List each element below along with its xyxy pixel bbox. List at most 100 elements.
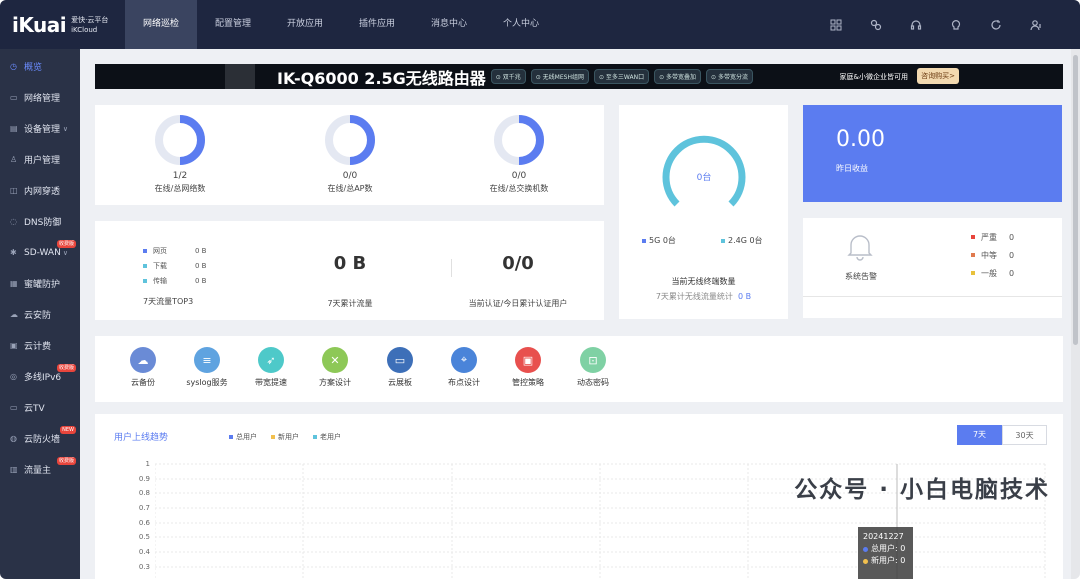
clock-icon: ◷ bbox=[10, 62, 17, 71]
ap-stat: 0/0 在线/总AP数 bbox=[290, 114, 410, 194]
user-list-icon[interactable] bbox=[1016, 0, 1056, 49]
income-card: 0.00 昨日收益 bbox=[803, 105, 1062, 202]
alarm-level: 一般 0 bbox=[971, 264, 1014, 282]
sidebar-item-label: 网络管理 bbox=[24, 94, 61, 104]
network-stat: 1/2 在线/总网络数 bbox=[120, 114, 240, 194]
app-placement[interactable]: ⌖ 布点设计 bbox=[432, 347, 496, 388]
app-label: 动态密码 bbox=[577, 378, 609, 387]
policy-icon: ▣ bbox=[515, 347, 541, 373]
alarm-level-value: 0 bbox=[1009, 232, 1015, 242]
app-dynamic-password[interactable]: ⊡ 动态密码 bbox=[561, 347, 625, 388]
brand-sub-cn: 爱快·云平台 bbox=[71, 15, 109, 24]
app-cloud-backup[interactable]: ☁ 云备份 bbox=[111, 347, 175, 388]
app-syslog[interactable]: ≡ syslog服务 bbox=[175, 347, 239, 388]
sidebar-item-label: DNS防御 bbox=[24, 218, 62, 228]
nav-plugins[interactable]: 插件应用 bbox=[341, 0, 413, 49]
traffic-top3-label: 7天流量TOP3 bbox=[143, 297, 194, 306]
sidebar-item-label: 云计费 bbox=[24, 342, 52, 352]
app-board[interactable]: ▭ 云展板 bbox=[368, 347, 432, 388]
shield-icon: ◌ bbox=[10, 217, 17, 226]
tv-icon: ▭ bbox=[10, 403, 18, 412]
y-tick-label: 0.5 bbox=[138, 533, 150, 541]
sidebar-item-firewall[interactable]: ◍ 云防火墙 NEW bbox=[0, 423, 80, 454]
sidebar-item-tv[interactable]: ▭ 云TV bbox=[0, 392, 80, 423]
paid-badge: 收费版 bbox=[56, 457, 76, 465]
app-policy[interactable]: ▣ 管控策略 bbox=[496, 347, 560, 388]
sidebar-item-sdwan[interactable]: ✱ SD-WAN ∨ 收费版 bbox=[0, 237, 80, 268]
network-stat-label: 在线/总网络数 bbox=[154, 184, 206, 193]
wireless-sub-value: 0 B bbox=[738, 292, 752, 301]
legend-name: 老用户 bbox=[320, 432, 341, 441]
sidebar-item-label: 云安防 bbox=[24, 311, 52, 321]
scrollbar-thumb[interactable] bbox=[1073, 55, 1078, 345]
sidebar-item-dns[interactable]: ◌ DNS防御 bbox=[0, 206, 80, 237]
network-stat-value: 1/2 bbox=[172, 171, 188, 181]
link-icon[interactable] bbox=[856, 0, 896, 49]
paid-badge: 收费版 bbox=[56, 240, 76, 248]
sidebar-item-overview[interactable]: ◷ 概览 bbox=[0, 51, 80, 82]
trend-title: 用户上线趋势 bbox=[114, 433, 169, 443]
legend-value: 0 B bbox=[195, 276, 207, 285]
bulb-icon[interactable] bbox=[936, 0, 976, 49]
new-badge: NEW bbox=[60, 426, 76, 434]
app-bandwidth[interactable]: ➶ 带宽提速 bbox=[239, 347, 303, 388]
app-label: 带宽提速 bbox=[255, 378, 287, 387]
banner-right-text: 家庭&小微企业皆可用 bbox=[839, 72, 908, 81]
traffic-total-label: 7天累计流量 bbox=[327, 299, 373, 308]
app-label: syslog服务 bbox=[186, 378, 228, 387]
sidebar-item-devices[interactable]: ▤ 设备管理 ∨ bbox=[0, 113, 80, 144]
traffic-icon: ▥ bbox=[10, 465, 18, 474]
promo-banner[interactable]: IK-Q6000 2.5G无线路由器 ⊙ 双千兆 ⊙ 无线MESH组网 ⊙ 至多… bbox=[95, 64, 1063, 89]
switch-stat-label: 在线/总交换机数 bbox=[489, 184, 549, 193]
cloud-backup-icon: ☁ bbox=[130, 347, 156, 373]
refresh-icon[interactable] bbox=[976, 0, 1016, 49]
nav-network-inspection[interactable]: 网络巡检 bbox=[125, 0, 197, 49]
nav-config[interactable]: 配置管理 bbox=[197, 0, 269, 49]
tab-7-days[interactable]: 7天 bbox=[957, 425, 1002, 445]
sidebar-item-ipv6[interactable]: ◎ 多线IPv6 收费版 bbox=[0, 361, 80, 392]
network-ring bbox=[155, 115, 205, 165]
wireless-card: 0台 5G 0台 2.4G 0台 当前无线终端数量 7天累计无线流量统计 0 B bbox=[619, 105, 788, 319]
main-nav: 网络巡检 配置管理 开放应用 插件应用 消息中心 个人中心 bbox=[125, 0, 557, 49]
headset-icon[interactable] bbox=[896, 0, 936, 49]
switch-stat: 0/0 在线/总交换机数 bbox=[459, 114, 579, 194]
sidebar: ◷ 概览 ▭ 网络管理 ▤ 设备管理 ∨ ♙ 用户管理 ◫ 内网穿透 ◌ DNS防御 ✱ SD-… bbox=[0, 49, 80, 579]
wireless-sub-label: 7天累计无线流量统计 bbox=[655, 292, 733, 301]
grid-icon[interactable] bbox=[816, 0, 856, 49]
ap-ring bbox=[325, 115, 375, 165]
device-icon: ▤ bbox=[10, 124, 18, 133]
sidebar-item-label: 流量主 bbox=[24, 466, 52, 476]
nav-open-apps[interactable]: 开放应用 bbox=[269, 0, 341, 49]
banner-feature: ⊙ 无线MESH组网 bbox=[530, 69, 589, 84]
buy-button[interactable]: 咨询购买> bbox=[917, 68, 959, 84]
honeypot-icon: ▦ bbox=[10, 279, 18, 288]
banner-title: IK-Q6000 2.5G无线路由器 bbox=[277, 68, 486, 88]
alarm-level: 严重 0 bbox=[971, 228, 1014, 246]
legend-dot bbox=[143, 263, 147, 268]
legend-dot bbox=[271, 434, 275, 439]
traffic-card: 网页 0 B 下载 0 B 传输 0 B 7天流量TOP3 0 B 7天累计流量 0/… bbox=[95, 221, 604, 320]
sidebar-item-billing[interactable]: ▣ 云计费 bbox=[0, 330, 80, 361]
top-navigation-bar: iKuai 爱快·云平台 iKCloud 网络巡检 配置管理 开放应用 插件应用… bbox=[0, 0, 1080, 49]
sidebar-item-network[interactable]: ▭ 网络管理 bbox=[0, 82, 80, 113]
app-design[interactable]: ✕ 方案设计 bbox=[303, 347, 367, 388]
wireless-ring-value: 0台 bbox=[696, 173, 712, 183]
sidebar-item-traffic[interactable]: ▥ 流量主 收费版 bbox=[0, 454, 80, 485]
tab-30-days[interactable]: 30天 bbox=[1002, 425, 1047, 445]
sidebar-item-tunnel[interactable]: ◫ 内网穿透 bbox=[0, 175, 80, 206]
app-label: 管控策略 bbox=[512, 378, 544, 387]
sidebar-item-cloud-security[interactable]: ☁ 云安防 bbox=[0, 299, 80, 330]
scrollbar[interactable] bbox=[1071, 49, 1080, 579]
alarm-level-name: 中等 bbox=[981, 250, 997, 260]
brand-name: iKuai bbox=[12, 12, 67, 37]
legend-item: 老用户 bbox=[313, 429, 341, 444]
auth-label: 当前认证/今日累计认证用户 bbox=[468, 299, 568, 308]
legend-dot bbox=[313, 434, 317, 439]
sidebar-item-honeypot[interactable]: ▦ 蜜罐防护 bbox=[0, 268, 80, 299]
bell-icon bbox=[847, 235, 873, 261]
legend-dot bbox=[143, 248, 147, 253]
sidebar-item-users[interactable]: ♙ 用户管理 bbox=[0, 144, 80, 175]
nav-messages[interactable]: 消息中心 bbox=[413, 0, 485, 49]
nav-personal[interactable]: 个人中心 bbox=[485, 0, 557, 49]
banner-feature: ⊙ 至多三WAN口 bbox=[593, 69, 650, 84]
